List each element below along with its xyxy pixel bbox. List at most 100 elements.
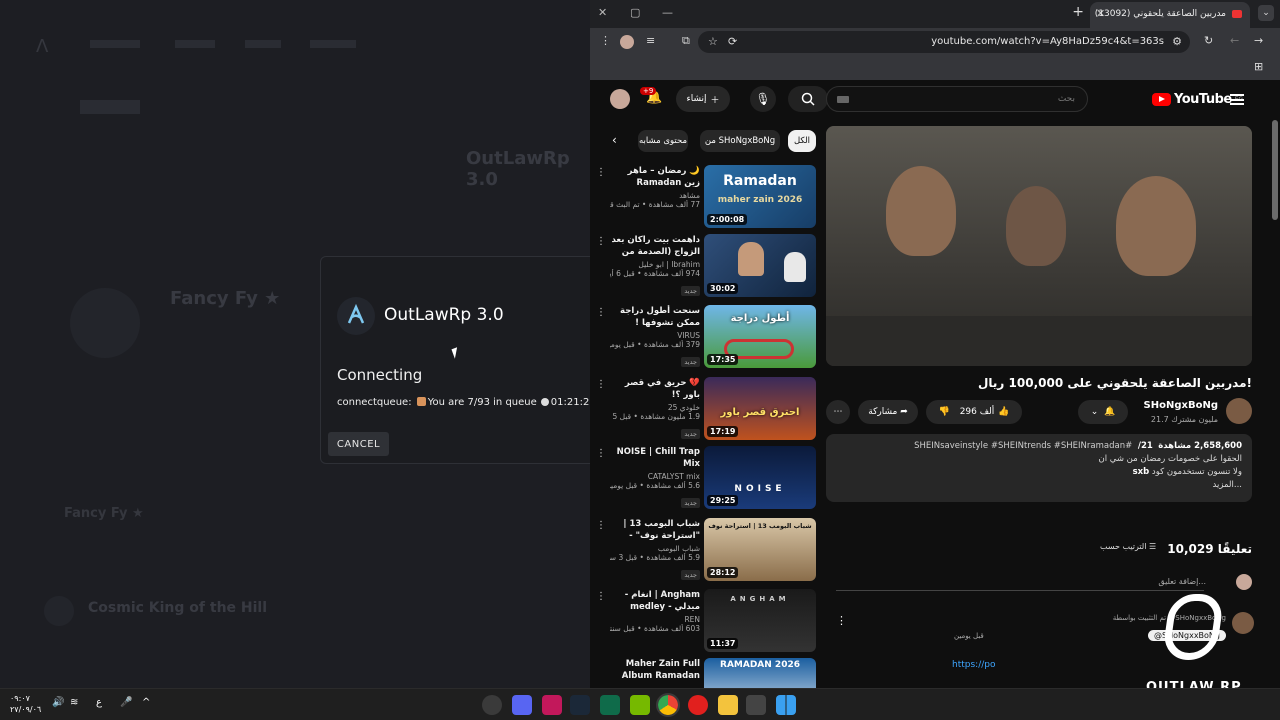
rec-info: NOISE | Chill Trap Mix CATALYST mix 5.6 … xyxy=(610,446,700,509)
reading-list-icon[interactable]: ≡ xyxy=(646,34,655,47)
page-action-icon[interactable]: ⟳ xyxy=(728,35,737,48)
rec-thumbnail[interactable]: NOISE 29:25 xyxy=(704,446,816,509)
tab-search-icon[interactable]: ⌄ xyxy=(1258,5,1274,21)
forward-icon[interactable]: ← xyxy=(1230,34,1239,47)
nav-item[interactable] xyxy=(90,40,140,48)
store-icon[interactable] xyxy=(746,695,766,715)
hamburger-menu-icon[interactable] xyxy=(1230,94,1244,105)
reload-icon[interactable]: ↻ xyxy=(1204,34,1213,47)
app-icon[interactable] xyxy=(482,695,502,715)
chip-channel[interactable]: من SHoNgxBoNg xyxy=(700,130,780,152)
wifi-icon[interactable]: ≋ xyxy=(70,697,78,708)
chrome-icon[interactable] xyxy=(656,693,680,717)
thumb-subcaption: maher zain 2026 xyxy=(717,195,803,205)
maximize-icon[interactable]: ▢ xyxy=(630,6,640,19)
more-options-icon[interactable]: ⋮ xyxy=(596,307,606,318)
tray-chevron-icon[interactable]: ^ xyxy=(142,697,150,708)
account-avatar[interactable] xyxy=(610,89,630,109)
rec-thumbnail[interactable]: احترق قصر باور 17:19 xyxy=(704,377,816,440)
notifications-bell-icon[interactable]: 🔔 +9 xyxy=(640,87,662,105)
hashtags[interactable]: #SHEINsaveinstyle #SHEINtrends #SHEINram… xyxy=(914,441,1132,451)
back-icon[interactable]: → xyxy=(1254,34,1263,47)
more-options-icon[interactable]: ⋮ xyxy=(596,379,606,390)
like-count[interactable]: 296 ألف xyxy=(960,407,995,417)
close-window-icon[interactable]: ✕ xyxy=(598,6,607,19)
scrollbar-thumb[interactable] xyxy=(1272,120,1278,220)
show-more[interactable]: ...المزيد xyxy=(836,479,1243,492)
rec-thumbnail[interactable]: ANGHAM 11:37 xyxy=(704,589,816,652)
nvidia-icon[interactable] xyxy=(630,695,650,715)
subscribed-button[interactable]: ⌄ 🔔 xyxy=(1078,400,1128,424)
site-settings-icon[interactable]: ⚙ xyxy=(1172,35,1182,48)
tab-youtube[interactable]: ✕ (13092) مدربين الصاعقة يلحقوني xyxy=(1090,2,1250,28)
apps-grid-icon[interactable]: ⊞ xyxy=(1254,60,1263,73)
rec-thumbnail[interactable]: RAMADAN 2026 xyxy=(704,658,816,688)
comment-link[interactable]: https://po xyxy=(952,660,995,670)
chip-all[interactable]: الكل xyxy=(788,130,816,152)
sort-button[interactable]: الترتيب حسب ☰ xyxy=(1100,542,1156,551)
cancel-button[interactable]: CANCEL xyxy=(328,432,389,456)
more-options-icon[interactable]: ⋮ xyxy=(596,591,606,602)
video-player[interactable] xyxy=(826,126,1252,366)
rec-channel: شباب البومب xyxy=(657,544,700,553)
windows-start-icon[interactable] xyxy=(776,695,796,715)
avatar xyxy=(70,288,140,358)
channel-avatar[interactable] xyxy=(1226,398,1252,424)
recommendation-item[interactable]: ⋮ Angham | انغام - ميدلي - medley REN 60… xyxy=(596,589,816,655)
description-box[interactable]: 2,658,600 مشاهدة 21/ #SHEINsaveinstyle #… xyxy=(826,434,1252,502)
add-comment-input[interactable]: إضافة تعليق... xyxy=(1158,577,1206,586)
volume-icon[interactable]: 🔊 xyxy=(52,697,64,708)
page-scrollbar[interactable] xyxy=(1272,120,1278,680)
channel-name[interactable]: SHoNgxBoNg xyxy=(1144,400,1218,411)
recommendation-item[interactable]: Maher Zain Full Album Ramadan ... RAMADA… xyxy=(596,658,816,688)
more-options-icon[interactable]: ⋮ xyxy=(596,167,606,178)
recommendation-item[interactable]: ⋮ NOISE | Chill Trap Mix CATALYST mix 5.… xyxy=(596,446,816,512)
rec-thumbnail[interactable]: أطول دراجة 17:35 xyxy=(704,305,816,368)
rec-thumbnail[interactable]: Ramadan maher zain 2026 2:00:08 xyxy=(704,165,816,228)
launcher-app-icon[interactable] xyxy=(542,695,562,715)
more-actions-icon[interactable]: ⋯ xyxy=(826,400,850,424)
language-indicator[interactable]: ع xyxy=(96,697,102,708)
nav-item[interactable] xyxy=(310,40,356,48)
search-button[interactable] xyxy=(788,86,828,112)
clock[interactable]: ٠٩:٠٧ ٢٧/٠٩/٠٦ xyxy=(10,693,41,715)
recommendation-item[interactable]: ⋮ سنحت أطول دراجة ممكن تشوفها ! VIRUS 37… xyxy=(596,305,816,371)
video-person xyxy=(1116,176,1196,276)
like-icon[interactable]: 👍 xyxy=(998,407,1009,417)
steam-icon[interactable] xyxy=(570,695,590,715)
menu-dots-icon[interactable]: ⋮ xyxy=(600,34,611,47)
xbox-icon[interactable] xyxy=(600,695,620,715)
rec-thumbnail[interactable]: 30:02 xyxy=(704,234,816,297)
recommendation-item[interactable]: ⋮ 💔 حريق في قصر باور ؟! خلودي 25 1.9 ملي… xyxy=(596,377,816,443)
create-button[interactable]: إنشاء ＋ xyxy=(676,86,730,112)
dislike-icon[interactable]: 👎 xyxy=(938,407,949,417)
profile-avatar[interactable] xyxy=(620,35,634,49)
more-options-icon[interactable]: ⋮ xyxy=(596,448,606,459)
discord-icon[interactable] xyxy=(512,695,532,715)
search-input[interactable]: بحث xyxy=(826,86,1088,112)
nav-item[interactable] xyxy=(245,40,281,48)
recommendation-item[interactable]: ⋮ شباب البومب 13 | "استراحة نوف" - الحلق… xyxy=(596,518,816,584)
more-options-icon[interactable]: ⋮ xyxy=(596,520,606,531)
share-button[interactable]: مشاركة ➦ xyxy=(858,400,918,424)
rec-thumbnail[interactable]: شباب البومب 13 | استراحة نوف 28:12 xyxy=(704,518,816,581)
keyboard-icon[interactable] xyxy=(837,96,849,103)
comment-menu-icon[interactable]: ⋮ xyxy=(836,614,847,627)
opera-icon[interactable] xyxy=(688,695,708,715)
more-options-icon[interactable]: ⋮ xyxy=(596,236,606,247)
file-explorer-icon[interactable] xyxy=(718,695,738,715)
minimize-icon[interactable]: — xyxy=(662,6,673,19)
voice-search-icon[interactable]: 🎙 xyxy=(750,86,776,112)
recommendation-item[interactable]: ⋮ 🌙 رمضان – ماهر زين Ramadan (Arabic)...… xyxy=(596,165,816,231)
sort-icon: ☰ xyxy=(1149,542,1157,551)
new-tab-icon[interactable]: + xyxy=(1072,4,1084,20)
recommendation-item[interactable]: ⋮ داهمت بيت راكان بعد الزواج (الصدمة من … xyxy=(596,234,816,300)
nav-item[interactable] xyxy=(175,40,215,48)
address-bar[interactable]: ☆ ⟳ youtube.com/watch?v=Ay8HaDz59c4&t=36… xyxy=(698,31,1190,53)
extensions-icon[interactable]: ⧉ xyxy=(682,34,690,48)
rec-channel: مشاهد xyxy=(679,191,700,200)
chevron-left-icon[interactable]: ‹ xyxy=(612,133,617,147)
microphone-icon[interactable]: 🎤 xyxy=(120,697,132,708)
chip-related[interactable]: محتوى مشابه xyxy=(638,130,688,152)
bookmark-star-icon[interactable]: ☆ xyxy=(708,35,718,48)
